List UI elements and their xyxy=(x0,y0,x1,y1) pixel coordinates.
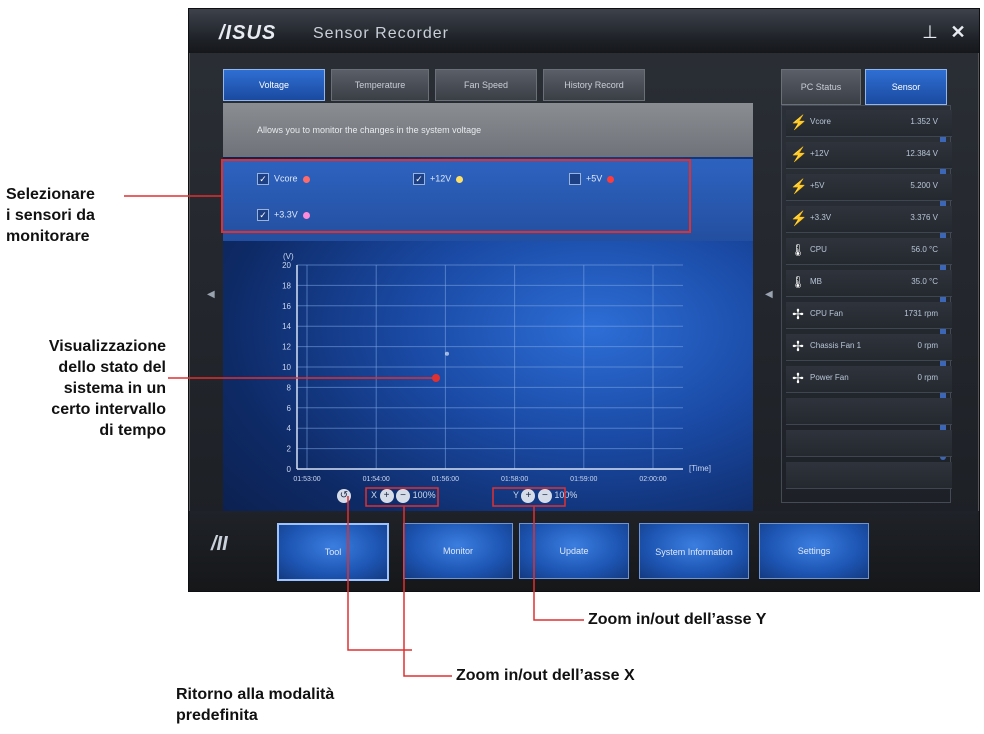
annotation-reset: Ritorno alla modalità predefinita xyxy=(176,684,334,726)
annotation-zoom-y: Zoom in/out dell’asse Y xyxy=(588,611,767,628)
annotation-line: Visualizzazione xyxy=(48,338,166,355)
annotation-line: predefinita xyxy=(176,707,258,724)
annotation-line: Selezionare xyxy=(6,186,95,203)
annotation-line: sistema in un xyxy=(63,380,166,397)
visualization-dot xyxy=(432,374,440,382)
y-zoom-highlight-box xyxy=(492,487,566,507)
annotation-line: di tempo xyxy=(99,422,166,439)
annotation-line: dello stato del xyxy=(58,359,166,376)
annotation-zoom-x: Zoom in/out dell’asse X xyxy=(456,667,635,684)
y-zoom-line xyxy=(533,506,584,621)
annotation-line: i sensori da xyxy=(6,207,95,224)
reset-line xyxy=(347,496,412,651)
annotation-line: monitorare xyxy=(6,228,90,245)
x-zoom-highlight-box xyxy=(365,487,439,507)
annotation-line: Ritorno alla modalità xyxy=(176,686,335,703)
annotation-line: certo intervallo xyxy=(51,401,166,418)
sensor-highlight-box xyxy=(221,159,691,233)
annotation-visualization: Visualizzazione dello stato del sistema … xyxy=(6,336,166,441)
annotation-select-sensors: Selezionare i sensori da monitorare xyxy=(6,184,95,247)
